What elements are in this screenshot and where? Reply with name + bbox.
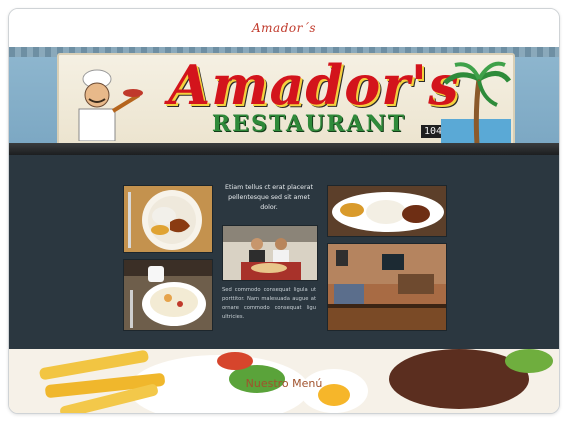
photo-couple-at-table[interactable]	[222, 225, 318, 281]
chef-illustration-icon	[78, 69, 143, 141]
sign-ledge	[9, 143, 559, 155]
site-header: Amador´s	[9, 9, 559, 47]
browser-frame: Amador´s Amador's RESTAURANT 104 Etiam t…	[8, 8, 560, 414]
site-title[interactable]: Amador´s	[252, 21, 316, 35]
gallery-intro-text: Etiam tellus ct erat placerat pellentesq…	[225, 184, 313, 211]
restaurant-sign: Amador's RESTAURANT 104	[57, 53, 515, 147]
sign-name: Amador's	[168, 53, 460, 117]
photo-soup-bowl[interactable]	[123, 259, 213, 331]
photo-chicken-plantain-dish[interactable]	[123, 185, 213, 253]
photo-rice-platter[interactable]	[327, 185, 447, 237]
gallery-section: Etiam tellus ct erat placerat pellentesq…	[9, 155, 559, 349]
menu-section-title[interactable]: Nuestro Menú	[9, 377, 559, 390]
hero-banner: Amador's RESTAURANT 104	[9, 47, 559, 155]
palm-tree-icon	[441, 61, 511, 145]
photo-restaurant-bar[interactable]	[327, 243, 447, 331]
menu-banner: Nuestro Menú	[9, 349, 559, 413]
gallery-body-text: Sed commodo consequat ligula ut porttito…	[222, 287, 316, 320]
sign-subtitle: RESTAURANT	[211, 111, 407, 137]
